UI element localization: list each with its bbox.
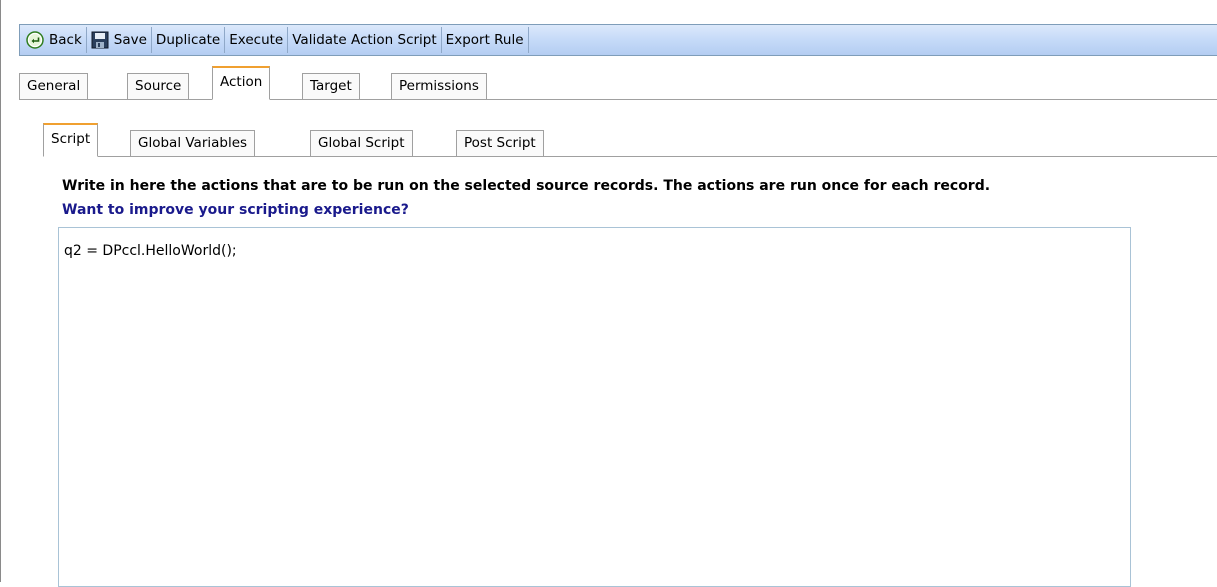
save-label: Save [113, 32, 147, 48]
subtab-post-script[interactable]: Post Script [456, 130, 544, 157]
back-arrow-icon [26, 31, 44, 49]
back-button[interactable]: Back [20, 27, 87, 53]
validate-action-script-button[interactable]: Validate Action Script [288, 27, 442, 53]
tab-action[interactable]: Action [212, 66, 271, 100]
script-description: Write in here the actions that are to be… [62, 178, 991, 194]
sub-tab-bar: Script Global Variables Global Script Po… [43, 122, 1217, 157]
duplicate-button[interactable]: Duplicate [152, 27, 226, 53]
execute-button[interactable]: Execute [225, 27, 289, 53]
subtab-global-variables[interactable]: Global Variables [130, 130, 256, 157]
back-label: Back [49, 32, 82, 48]
subtab-global-script[interactable]: Global Script [310, 130, 413, 157]
save-button[interactable]: Save [87, 27, 152, 53]
page-frame: Back Save Duplicate Execute Validate Act… [0, 0, 1217, 587]
export-rule-button[interactable]: Export Rule [442, 27, 529, 53]
toolbar: Back Save Duplicate Execute Validate Act… [19, 24, 1217, 56]
improve-scripting-link[interactable]: Want to improve your scripting experienc… [62, 202, 409, 218]
action-script-editor[interactable]: q2 = DPccl.HelloWorld(); [58, 227, 1131, 587]
tab-general[interactable]: General [19, 73, 89, 100]
tab-permissions[interactable]: Permissions [391, 73, 487, 100]
tab-source[interactable]: Source [127, 73, 190, 100]
floppy-disk-icon [91, 31, 109, 49]
subtab-script[interactable]: Script [43, 123, 99, 157]
tab-target[interactable]: Target [302, 73, 360, 100]
main-tab-bar: General Source Action Target Permissions [19, 66, 1217, 100]
